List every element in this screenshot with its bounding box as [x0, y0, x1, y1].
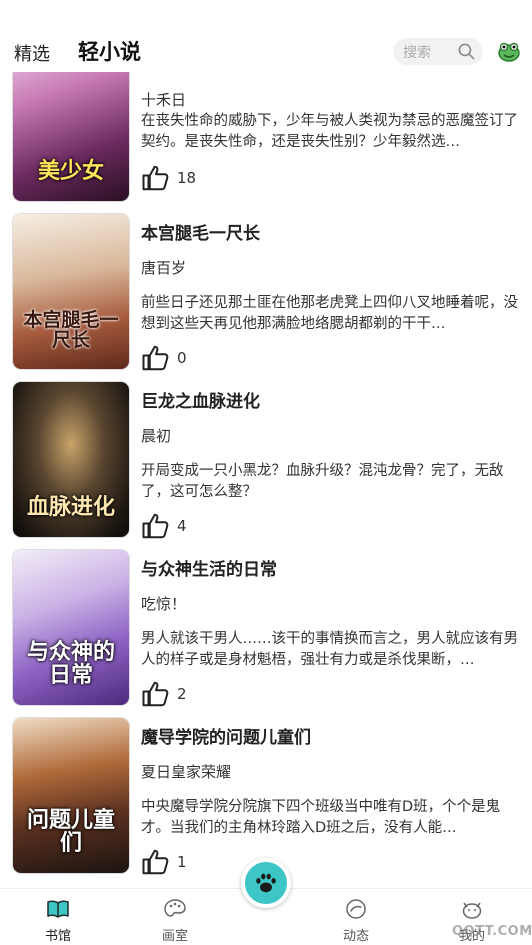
cover-title-art: 血脉进化 — [26, 493, 115, 520]
tab-featured[interactable]: 精选 — [14, 40, 50, 66]
book-description: 在丧失性命的威胁下，少年与被人类视为禁忌的恶魔签订了契约。是丧失性命，还是丧失性… — [141, 113, 518, 150]
open-book-icon — [47, 900, 69, 918]
tab-studio-label: 画室 — [161, 929, 188, 944]
book-cover[interactable]: 问题儿童们 — [12, 717, 130, 874]
book-description: 前些日子还见那土匪在他那老虎凳上四仰八叉地睡着呢，没想到这些天再见他那满脸地络腮… — [141, 295, 518, 332]
cover-title-art: 问题儿童们 — [26, 806, 115, 856]
cover-title-art: 与众神的日常 — [26, 638, 115, 688]
book-title[interactable]: 巨龙之血脉进化 — [141, 387, 260, 412]
book-cover[interactable]: 与众神的日常 — [12, 549, 130, 706]
thumbs-up-icon — [142, 345, 169, 371]
search-placeholder: 搜索 — [403, 45, 431, 61]
like-count: 1 — [177, 853, 187, 871]
list-item[interactable]: 与众神的日常 与众神生活的日常 吃惊！ 男人就该干男人……该干的事情换而言之，男… — [0, 549, 532, 709]
tab-moments-label: 动态 — [342, 929, 369, 944]
book-description: 中央魔导学院分院旗下四个班级当中唯有D班，个个是鬼才。当我们的主角林玲踏入D班之… — [141, 799, 501, 836]
paw-icon — [256, 873, 276, 893]
list-item[interactable]: 血脉进化 巨龙之血脉进化 晨初 开局变成一只小黑龙？血脉升级？混沌龙骨？完了，无… — [0, 381, 532, 541]
book-author: 吃惊！ — [141, 595, 187, 613]
like-count: 4 — [177, 517, 187, 535]
like-count: 2 — [177, 685, 187, 703]
tab-moments[interactable]: 动态 — [316, 889, 396, 945]
cat-face-icon — [462, 902, 482, 919]
tab-bookshelf-label: 书馆 — [44, 929, 71, 944]
list-item[interactable]: 问题儿童们 魔导学院的问题儿童们 夏日皇家荣耀 中央魔导学院分院旗下四个班级当中… — [0, 717, 532, 877]
search-box[interactable]: 搜索 — [393, 38, 483, 65]
book-title[interactable]: 本宫腿毛一尺长 — [141, 219, 260, 244]
book-author: 唐百岁 — [141, 259, 187, 277]
tab-studio[interactable]: 画室 — [135, 889, 215, 945]
book-title[interactable]: 与众神生活的日常 — [141, 555, 277, 580]
thumbs-up-icon — [142, 681, 169, 707]
list-item[interactable]: 本宫腿毛一尺长 本宫腿毛一尺长 唐百岁 前些日子还见那土匪在他那老虎凳上四仰八叉… — [0, 213, 532, 373]
like-count: 0 — [177, 349, 187, 367]
book-title[interactable]: 魔导学院的问题儿童们 — [141, 723, 311, 748]
search-icon — [458, 43, 475, 60]
like-count: 18 — [177, 169, 197, 187]
moments-icon — [346, 899, 366, 919]
watermark: QQTT.COM — [452, 924, 532, 939]
book-author: 夏日皇家荣耀 — [141, 763, 232, 781]
book-description: 开局变成一只小黑龙？血脉升级？混沌龙骨？完了，无敌了，这可怎么整？ — [141, 463, 504, 500]
book-description: 男人就该干男人……该干的事情换而言之，男人就应该有男人的样子或是身材魁梧，强壮有… — [141, 631, 518, 668]
tab-light-novel[interactable]: 轻小说 — [78, 36, 141, 66]
thumbs-up-icon — [142, 513, 169, 539]
center-paw-button[interactable] — [241, 858, 291, 908]
thumbs-up-icon — [142, 165, 169, 191]
cover-title-art: 本宫腿毛一尺长 — [23, 309, 119, 352]
cover-title-art: 美少女 — [37, 157, 104, 184]
tab-bookshelf[interactable]: 书馆 — [18, 889, 98, 945]
book-cover[interactable]: 本宫腿毛一尺长 — [12, 213, 130, 370]
frog-mascot-icon[interactable] — [497, 39, 521, 63]
thumbs-up-icon — [142, 849, 169, 875]
palette-icon — [164, 899, 186, 917]
book-author: 十禾日 — [141, 91, 187, 109]
book-author: 晨初 — [141, 427, 172, 445]
book-cover[interactable]: 血脉进化 — [12, 381, 130, 538]
top-bar: 精选 轻小说 搜索 — [0, 0, 532, 72]
